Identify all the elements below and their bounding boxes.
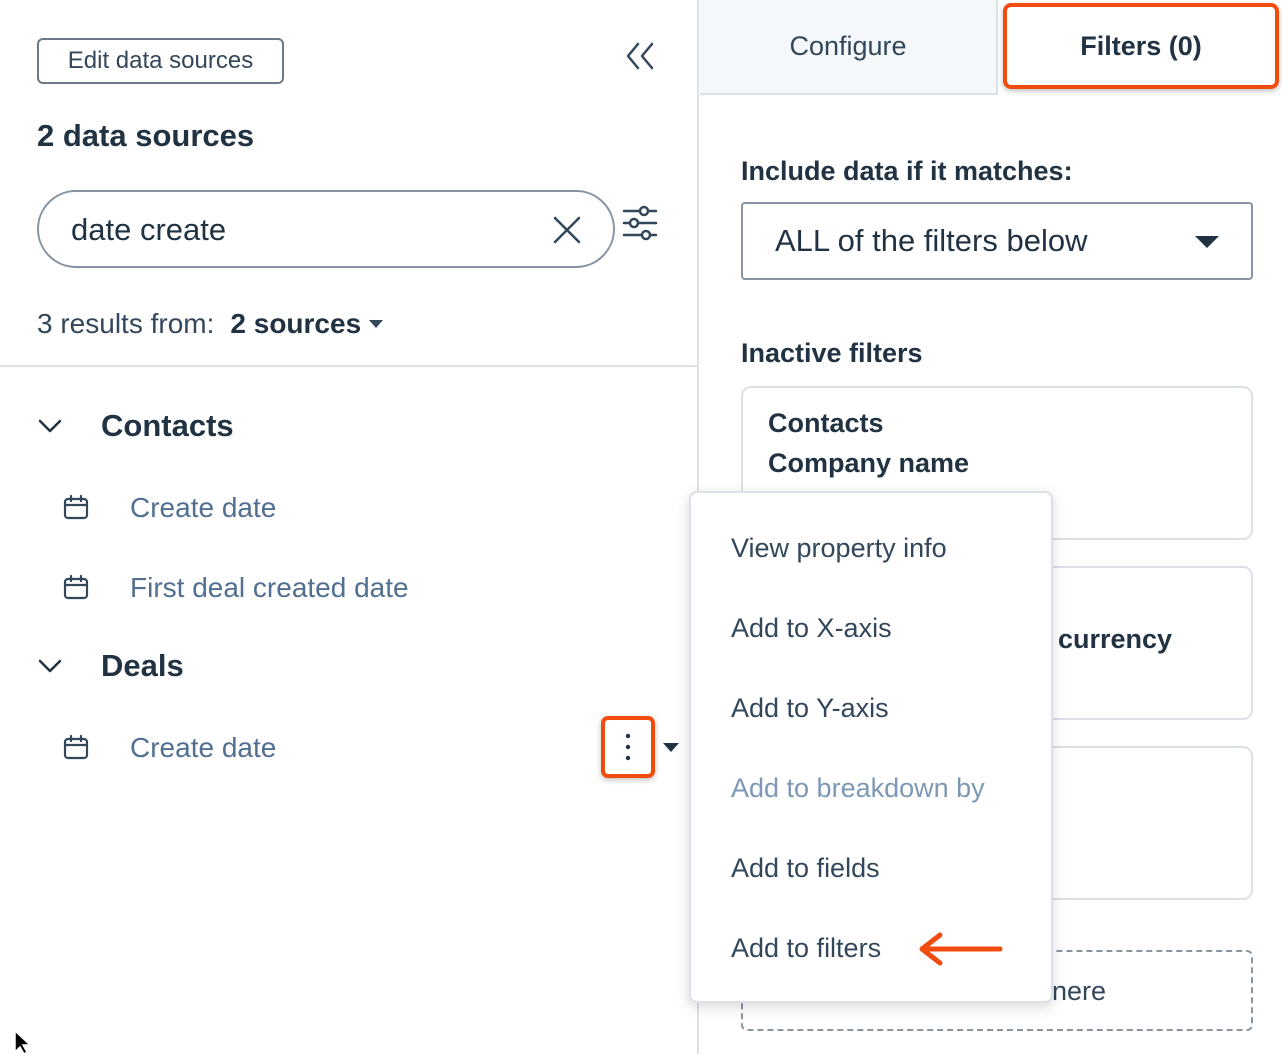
caret-down-icon[interactable] [663,743,679,752]
mouse-cursor-icon [14,1030,32,1054]
menu-item-add-to-breakdown-by: Add to breakdown by [731,773,985,803]
search-input[interactable] [71,206,541,254]
edit-data-sources-button[interactable]: Edit data sources [37,38,284,84]
menu-item-add-to-fields[interactable]: Add to fields [731,853,880,884]
property-row[interactable]: First deal created date [62,572,409,604]
inactive-filters-label: Inactive filters [741,338,923,368]
chevron-down-icon [38,659,62,673]
include-label: Include data if it matches: [741,156,1073,186]
calendar-icon [63,494,89,520]
match-type-select[interactable]: ALL of the filters below [741,202,1253,280]
sources-title: 2 data sources [37,118,255,153]
menu-item-add-to-y-axis[interactable]: Add to Y-axis [731,693,889,724]
match-type-value: ALL of the filters below [775,223,1088,258]
sliders-icon[interactable] [622,205,658,241]
property-row[interactable]: Create date [62,492,276,524]
arrow-left-icon [919,932,1003,966]
calendar-icon [63,574,89,600]
search-box [37,190,615,268]
double-chevron-left-icon[interactable] [622,40,658,72]
property-row[interactable]: Create date [62,732,276,764]
data-sources-panel [0,0,697,1054]
group-header-deals[interactable]: Deals [37,648,184,684]
sources-dropdown[interactable]: 2 sources [230,308,361,340]
drop-zone-text: nere [1052,976,1107,1006]
chevron-down-icon [38,419,62,433]
group-header-contacts[interactable]: Contacts [37,408,234,444]
filter-card-property: currency [1058,624,1173,654]
caret-down-icon[interactable] [369,320,384,328]
menu-item-add-to-x-axis[interactable]: Add to X-axis [731,613,892,644]
vertical-dots-icon [625,733,631,761]
results-summary: 3 results from: 2 sources [37,308,384,340]
clear-search-icon[interactable] [551,214,583,246]
divider [0,365,697,367]
tab-configure[interactable]: Configure [700,0,998,95]
filter-card-property: Company name [768,448,970,478]
results-prefix: 3 results from: [37,308,215,339]
caret-down-icon [1195,236,1219,248]
group-name: Contacts [101,408,234,443]
property-context-menu: View property info Add to X-axis Add to … [689,491,1053,1003]
property-label: Create date [130,732,277,763]
tab-filters[interactable]: Filters (0) [1003,3,1279,89]
menu-item-view-property-info[interactable]: View property info [731,533,947,564]
menu-item-add-to-filters[interactable]: Add to filters [731,933,881,964]
filter-card-object: Contacts [768,408,884,438]
group-name: Deals [101,648,184,683]
more-actions-button[interactable] [601,716,655,778]
property-label: First deal created date [130,572,409,603]
calendar-icon [63,734,89,760]
property-label: Create date [130,492,277,523]
